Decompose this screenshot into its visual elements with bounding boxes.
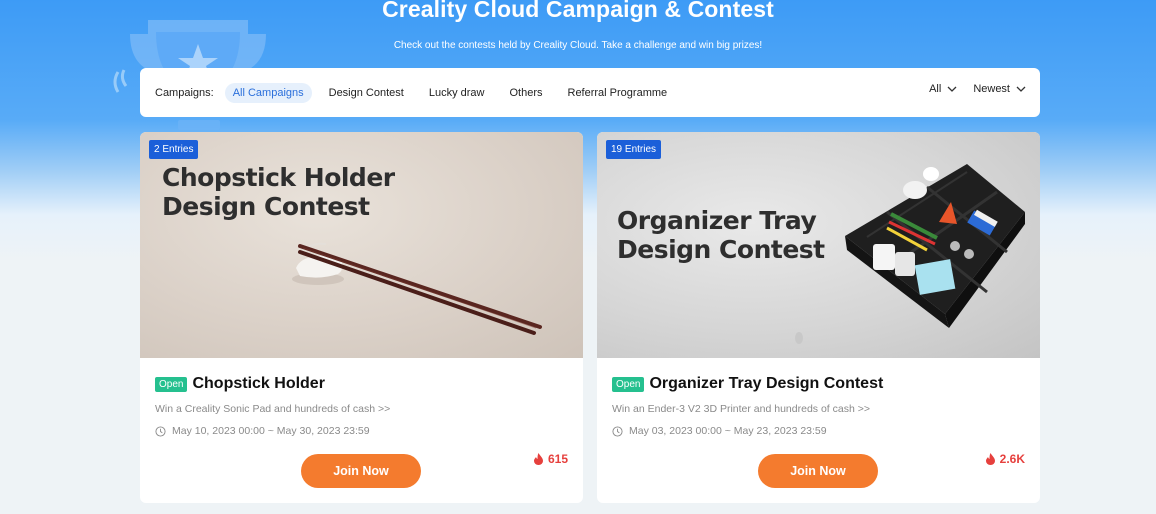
chevron-down-icon: [1016, 86, 1026, 92]
popularity-count: 615: [533, 452, 568, 466]
popularity-count: 2.6K: [985, 452, 1025, 466]
fire-icon: [533, 453, 543, 465]
campaign-filter-bar: Campaigns: All Campaigns Design Contest …: [140, 68, 1040, 117]
contest-card[interactable]: Chopstick Holder Design Contest 2 Entrie…: [140, 132, 583, 503]
join-now-button[interactable]: Join Now: [758, 454, 878, 488]
contest-title[interactable]: Organizer Tray Design Contest: [649, 375, 883, 393]
contest-prize-link[interactable]: Win a Creality Sonic Pad and hundreds of…: [155, 403, 568, 415]
page-title: Creality Cloud Campaign & Contest: [382, 0, 774, 22]
contest-prize-link[interactable]: Win an Ender-3 V2 3D Printer and hundred…: [612, 403, 1025, 415]
chopsticks-illustration: [292, 242, 542, 335]
entries-badge: 2 Entries: [149, 140, 199, 159]
organizer-tray-illustration: [795, 164, 1025, 344]
page-subtitle: Check out the contests held by Creality …: [393, 40, 763, 51]
chevron-down-icon: [947, 86, 957, 92]
entries-badge: 19 Entries: [606, 140, 662, 159]
contest-dates: May 03, 2023 00:00 ~ May 23, 2023 23:59: [629, 425, 827, 437]
sort-select[interactable]: Newest: [973, 83, 1026, 95]
sort-controls: All Newest: [929, 83, 1026, 95]
sort-select-value: Newest: [973, 83, 1010, 95]
status-badge: Open: [612, 376, 645, 392]
filter-lucky-draw[interactable]: Lucky draw: [421, 83, 493, 103]
campaigns-label: Campaigns:: [155, 86, 214, 99]
status-select[interactable]: All: [929, 83, 957, 95]
contest-card[interactable]: Organizer Tray Design Contest 19 Entries…: [597, 132, 1040, 503]
contest-cover-image[interactable]: Chopstick Holder Design Contest 2 Entrie…: [140, 132, 583, 358]
clock-icon: [612, 425, 623, 437]
contest-title[interactable]: Chopstick Holder: [192, 375, 324, 393]
filter-design-contest[interactable]: Design Contest: [321, 83, 412, 103]
fire-icon: [985, 453, 995, 465]
filter-all-campaigns[interactable]: All Campaigns: [224, 82, 312, 103]
clock-icon: [155, 425, 166, 437]
filter-others[interactable]: Others: [501, 83, 550, 103]
join-now-button[interactable]: Join Now: [301, 454, 421, 488]
contest-dates: May 10, 2023 00:00 ~ May 30, 2023 23:59: [172, 425, 370, 437]
status-badge: Open: [155, 376, 188, 392]
contest-cover-image[interactable]: Organizer Tray Design Contest 19 Entries: [597, 132, 1040, 358]
filter-referral-programme[interactable]: Referral Programme: [560, 83, 676, 103]
status-select-value: All: [929, 83, 942, 95]
